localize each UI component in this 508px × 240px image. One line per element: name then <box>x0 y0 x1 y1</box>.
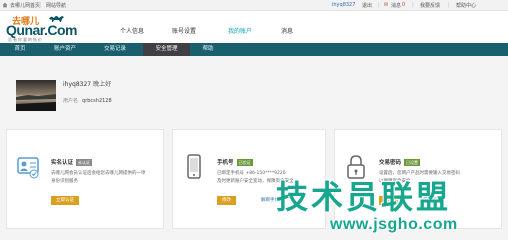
profile-name-line: ihyq8327 晚上好 <box>63 79 111 88</box>
nav-personal-info[interactable]: 个人信息 <box>120 26 144 35</box>
tab-transactions[interactable]: 交易记录 <box>98 43 132 56</box>
top-utility-bar: 去哪儿网首页 | 网站导航 ihyq8327 退出 | ✉ 消息 0 | 我要反… <box>0 0 508 11</box>
card-title: 手机号 已验证 <box>217 158 253 166</box>
topbar-feedback-link[interactable]: 我要反馈 <box>420 2 440 9</box>
verify-now-button[interactable]: 立即认证 <box>51 196 79 205</box>
watermark: 技术员联盟 www.jsgho.com <box>276 172 508 240</box>
topbar-messages-count: 0 <box>402 2 406 8</box>
topbar-separator: | <box>40 2 42 8</box>
topbar-username[interactable]: ihyq8327 <box>332 2 355 8</box>
profile-id-label: 用户名 <box>63 98 79 104</box>
profile-username: ihyq8327 <box>63 81 92 88</box>
modify-phone-button[interactable]: 修改 <box>217 196 236 205</box>
tab-security[interactable]: 安全管理 <box>143 43 190 56</box>
logo-english: Qunar.Com <box>6 22 77 38</box>
card-title: 交易密码 已设置 <box>379 158 421 166</box>
topbar-separator: | <box>412 2 414 8</box>
topbar-help-link[interactable]: 帮助中心 <box>456 2 476 9</box>
profile-greeting: 晚上好 <box>93 81 112 88</box>
profile-id-value: qrbcsh2128 <box>82 98 112 104</box>
topbar-separator: | <box>448 2 450 8</box>
watermark-text: 技术员联盟 <box>276 178 452 216</box>
nav-my-account[interactable]: 我的账户 <box>228 26 252 35</box>
id-card-icon <box>17 157 39 179</box>
card-description: 去哪儿网会员认证后会给您去哪儿网提供的一项 身份识别服务 <box>51 170 146 186</box>
site-header: 去哪儿 Qunar.Com 总有你要的低价 个人信息 账号设置 我的账户 消息 <box>0 11 508 45</box>
nav-account-settings[interactable]: 账号设置 <box>172 26 196 35</box>
card-title-text: 实名认证 <box>51 160 74 166</box>
account-subnav: 首页 账户资产 交易记录 安全管理 帮助 <box>0 43 508 56</box>
card-desc-line: 去哪儿网会员认证后会给您去哪儿网提供的一项 <box>51 171 146 176</box>
profile-section: ihyq8327 晚上好 用户名 qrbcsh2128 <box>0 56 508 121</box>
phone-icon <box>187 154 201 179</box>
home-icon <box>2 2 8 8</box>
card-real-name: 实名认证 未认证 去哪儿网会员认证后会给您去哪儿网提供的一项 身份识别服务 立即认… <box>6 129 164 229</box>
topbar-home-link[interactable]: 去哪儿网首页 <box>10 2 40 9</box>
bell-icon[interactable]: ✉ <box>384 2 388 8</box>
watermark-url: www.jsgho.com <box>330 216 458 233</box>
status-badge: 已验证 <box>236 159 253 166</box>
qunar-logo[interactable]: 去哪儿 Qunar.Com 总有你要的低价 <box>6 14 98 44</box>
tab-home[interactable]: 首页 <box>9 43 31 56</box>
status-badge: 未认证 <box>76 159 93 166</box>
profile-id-line: 用户名 qrbcsh2128 <box>63 97 112 104</box>
topbar-site-nav-link[interactable]: 网站导航 <box>46 2 66 9</box>
status-badge: 已设置 <box>404 159 421 166</box>
account-security-page: 去哪儿网首页 | 网站导航 ihyq8327 退出 | ✉ 消息 0 | 我要反… <box>0 0 508 240</box>
avatar[interactable] <box>16 80 56 111</box>
card-title: 实名认证 未认证 <box>51 158 93 166</box>
tab-help[interactable]: 帮助 <box>196 43 220 56</box>
card-title-text: 手机号 <box>217 160 234 166</box>
topbar-logout-link[interactable]: 退出 <box>362 2 372 9</box>
card-title-text: 交易密码 <box>379 160 402 166</box>
nav-messages[interactable]: 消息 <box>281 26 293 35</box>
card-desc-line: 身份识别服务 <box>51 179 78 184</box>
topbar-messages-link[interactable]: 消息 <box>391 2 401 9</box>
tab-account-assets[interactable]: 账户资产 <box>48 43 82 56</box>
topbar-separator: | <box>378 2 380 8</box>
